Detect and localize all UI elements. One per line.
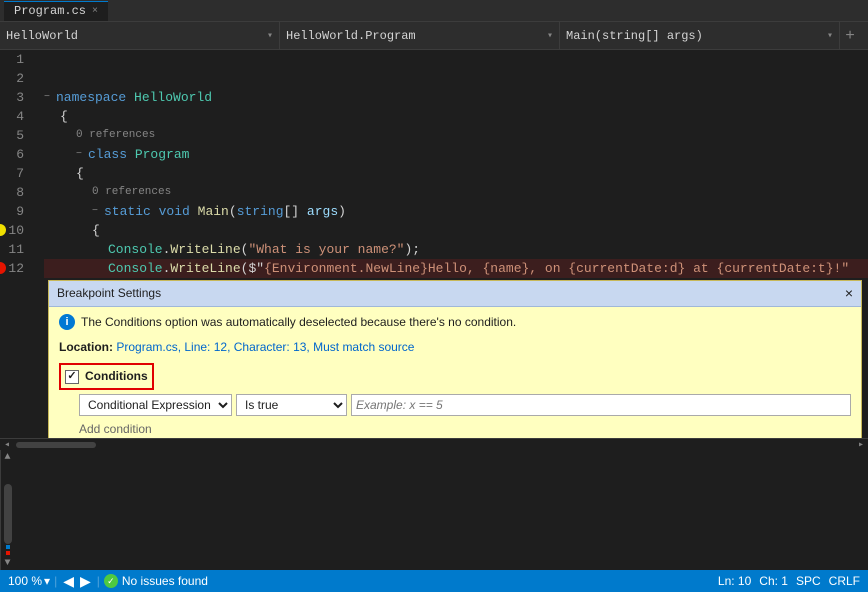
nav-left-button[interactable]: ◀ [61,573,76,590]
line-num-4: 4 [0,107,32,126]
status-bar: 100 % ▾ | ◀ ▶ | ✓ No issues found Ln: 10… [0,570,868,592]
bp-panel-body: i The Conditions option was automaticall… [49,307,861,438]
class-dropdown-arrow: ▾ [547,30,553,42]
bp-condition-controls: Conditional Expression Hit Count Filter … [79,394,851,416]
project-dropdown[interactable]: HelloWorld ▾ [0,22,280,50]
encoding-label[interactable]: SPC [796,574,821,588]
scroll-thumb[interactable] [4,484,12,544]
condition-expression-input[interactable] [351,394,851,416]
zoom-value: 100 % [8,574,42,588]
health-icon: ✓ [104,574,118,588]
code-line-11: Console . WriteLine ( "What is your name… [44,240,868,259]
ns-helloworld: HelloWorld [134,88,212,107]
method-dropdown[interactable]: Main(string[] args) ▾ [560,22,840,50]
bp-location-value[interactable]: Program.cs, Line: 12, Character: 13, Mus… [116,340,414,354]
code-lines: 1 2 3 4 5 6 7 8 9 10 11 12 [0,50,868,438]
warning-marker [0,224,6,236]
expand-namespace[interactable]: − [44,88,56,107]
zoom-level[interactable]: 100 % ▾ [8,574,50,588]
minimap-accent [6,545,10,549]
h-scroll-right[interactable]: ▸ [856,439,866,451]
kw-namespace: namespace [56,88,126,107]
code-line-9: − static void Main ( string [] args ) [44,202,868,221]
ref-0-method: 0 references [92,183,171,202]
breakpoint-panel: Breakpoint Settings × i The Conditions o… [48,280,862,438]
code-line-1 [44,50,868,69]
bp-location-label: Location: [59,340,113,354]
class-dropdown[interactable]: HelloWorld.Program ▾ [280,22,560,50]
bp-panel-title: Breakpoint Settings [57,284,161,303]
editor-container: 1 2 3 4 5 6 7 8 9 10 11 12 [0,50,868,570]
method-dropdown-arrow: ▾ [827,30,833,42]
code-line-2 [44,69,868,88]
line-num-3: 3 [0,88,32,107]
h-scroll-left[interactable]: ◂ [2,439,12,451]
bp-conditions-section: ✓ Conditions [59,363,851,390]
line-num-5: 5 [0,126,32,145]
tab-close-icon[interactable]: × [92,6,98,17]
method-label: Main(string[] args) [566,29,703,43]
condition-when-select[interactable]: Is true When changed [236,394,347,416]
bp-titlebar: Breakpoint Settings × [49,281,861,307]
code-line-4: { [44,107,868,126]
conditions-box: ✓ Conditions [59,363,154,390]
code-line-7: { [44,164,868,183]
info-icon: i [59,314,75,330]
add-watch-button[interactable]: + [840,27,860,45]
conditions-label: Conditions [85,367,148,386]
line-num-6: 6 [0,145,32,164]
line-num-1: 1 [0,50,32,69]
condition-type-select[interactable]: Conditional Expression Hit Count Filter [79,394,232,416]
line-num-10: 10 [0,221,32,240]
line-num-7: 7 [0,164,32,183]
project-label: HelloWorld [6,29,78,43]
bp-location-row: Location: Program.cs, Line: 12, Characte… [59,338,851,357]
nav-right-button[interactable]: ▶ [78,573,93,590]
bp-info-row: i The Conditions option was automaticall… [59,313,851,332]
code-line-12: Console . WriteLine ($" {Environment.New… [44,259,868,278]
code-area: 1 2 3 4 5 6 7 8 9 10 11 12 [0,50,868,450]
expand-method[interactable]: − [92,202,104,221]
line-num-8: 8 [0,183,32,202]
code-content: − namespace HelloWorld { 0 references [40,50,868,438]
ref-0-class: 0 references [76,126,155,145]
line-ending-label[interactable]: CRLF [829,574,860,588]
minimap-breakpoint [6,551,10,555]
editor-tab[interactable]: Program.cs × [4,1,108,21]
code-editor: 1 2 3 4 5 6 7 8 9 10 11 12 [0,50,868,570]
class-label: HelloWorld.Program [286,29,416,43]
zoom-arrow-icon: ▾ [44,574,50,588]
code-line-5: 0 references [44,126,868,145]
scroll-up-button[interactable]: ▲ [1,450,15,464]
expand-class[interactable]: − [76,145,88,164]
bp-close-icon[interactable]: × [845,284,853,303]
project-dropdown-arrow: ▾ [267,30,273,42]
add-condition-link[interactable]: Add condition [79,420,851,438]
breakpoint-marker [0,262,6,274]
h-scroll-thumb[interactable] [16,442,96,448]
conditions-checkbox[interactable]: ✓ [65,370,79,384]
bp-info-message: The Conditions option was automatically … [81,313,516,332]
cursor-position[interactable]: Ln: 10 [718,574,751,588]
horizontal-scrollbar[interactable]: ◂ ▸ [0,438,868,450]
line-num-12: 12 [0,259,32,278]
code-line-6: − class Program [44,145,868,164]
code-line-3: − namespace HelloWorld [44,88,868,107]
toolbar: HelloWorld ▾ HelloWorld.Program ▾ Main(s… [0,22,868,50]
code-line-8: 0 references [44,183,868,202]
tab-label: Program.cs [14,4,86,18]
status-right: Ln: 10 Ch: 1 SPC CRLF [718,574,860,588]
cursor-char[interactable]: Ch: 1 [759,574,788,588]
vertical-scrollbar[interactable]: ▲ ▼ [0,450,14,570]
nav-buttons: ◀ ▶ [61,573,93,590]
scroll-down-button[interactable]: ▼ [1,556,15,570]
line-num-9: 9 [0,202,32,221]
line-num-2: 2 [0,69,32,88]
code-line-10: { [44,221,868,240]
title-bar: Program.cs × [0,0,868,22]
health-message: No issues found [122,574,208,588]
line-numbers: 1 2 3 4 5 6 7 8 9 10 11 12 [0,50,40,438]
line-num-11: 11 [0,240,32,259]
